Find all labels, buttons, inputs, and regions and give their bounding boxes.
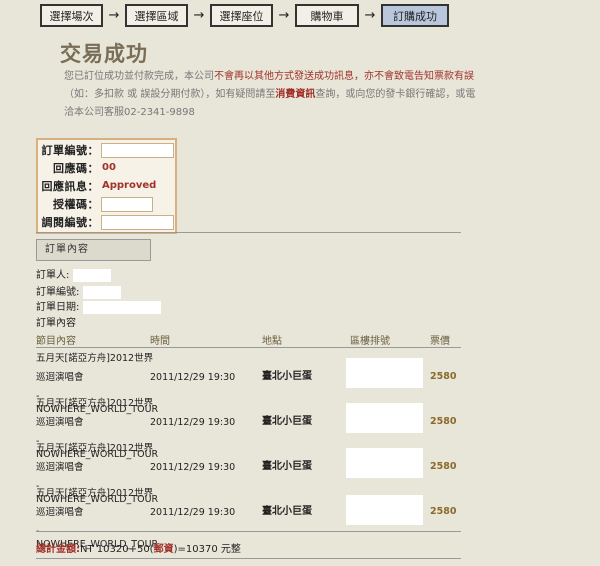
- table-row: 五月天[諾亞方舟]2012世界 巡迴演唱會 -NOWHERE_WORLD_TOU…: [36, 487, 476, 550]
- col-price: 票價: [430, 336, 450, 347]
- transaction-result-box: 訂單編號： 回應碼： 00 回應訊息： Approved 授權碼： 調閱編號：: [36, 138, 177, 234]
- divider: [36, 347, 461, 348]
- time-cell: 2011/12/29 19:30: [150, 417, 236, 428]
- response-code-label: 回應碼：: [53, 162, 99, 175]
- seat-cell: [346, 358, 423, 388]
- col-seat: 區樓排號: [350, 336, 390, 347]
- seat-cell: [346, 448, 423, 478]
- col-venue: 地點: [262, 336, 282, 347]
- program-name: 五月天[諾亞方舟]2012世界: [36, 398, 154, 409]
- divider: [36, 558, 461, 559]
- auth-code-row: 授權碼：: [39, 195, 174, 213]
- program-name: 巡迴演唱會: [36, 507, 84, 518]
- table-row: 五月天[諾亞方舟]2012世界 巡迴演唱會 -NOWHERE_WORLD_TOU…: [36, 352, 476, 415]
- order-date-label: 訂單日期:: [36, 302, 80, 313]
- total-part-2: )=10370 元整: [173, 544, 241, 555]
- order-number-info-row: 訂單編號:: [36, 283, 121, 299]
- order-content-section-title: 訂單內容: [36, 239, 151, 261]
- reference-number-label: 調閱編號：: [41, 216, 99, 229]
- order-date-row: 訂單日期:: [36, 298, 161, 314]
- col-program: 節目內容: [36, 336, 76, 347]
- arrow-icon: →: [278, 8, 290, 23]
- time-cell: 2011/12/29 19:30: [150, 372, 236, 383]
- program-name: 巡迴演唱會: [36, 462, 84, 473]
- seat-cell: [346, 403, 423, 433]
- response-message-value: Approved: [102, 179, 157, 191]
- reference-number-row: 調閱編號：: [39, 213, 174, 231]
- order-number-info-value: [82, 285, 121, 299]
- consumer-info-link[interactable]: 消費資訊: [275, 89, 315, 100]
- program-name: 五月天[諾亞方舟]2012世界: [36, 353, 154, 364]
- seat-cell: [346, 495, 423, 525]
- price-cell: 2580: [430, 371, 457, 382]
- table-row: 五月天[諾亞方舟]2012世界 巡迴演唱會 -NOWHERE_WORLD_TOU…: [36, 397, 476, 460]
- step-select-seat: 選擇座位: [210, 4, 273, 27]
- orderer-value: [72, 268, 111, 282]
- page-title: 交易成功: [60, 42, 148, 66]
- table-row: 五月天[諾亞方舟]2012世界 巡迴演唱會 -NOWHERE_WORLD_TOU…: [36, 442, 476, 505]
- program-name: 巡迴演唱會: [36, 417, 84, 428]
- step-order-success: 訂購成功: [381, 4, 449, 27]
- divider: [36, 232, 461, 233]
- orderer-row: 訂單人:: [36, 266, 111, 282]
- message-warning: 不會再以其他方式發送成功訊息，亦不會致電告知票款有誤: [214, 71, 474, 82]
- auth-code-value: [101, 196, 153, 212]
- order-number-value: [101, 142, 174, 158]
- step-select-session: 選擇場次: [40, 4, 103, 27]
- reference-number-value: [101, 214, 174, 230]
- response-message-row: 回應訊息： Approved: [39, 177, 174, 195]
- success-message: 您已訂位成功並付款完成，本公司不會再以其他方式發送成功訊息，亦不會致電告知票款有…: [64, 68, 484, 122]
- total-amount: 總計金額:NT 10320+50(郵資)=10370 元整: [36, 540, 241, 555]
- order-number-info-label: 訂單編號:: [36, 287, 80, 298]
- arrow-icon: →: [193, 8, 205, 23]
- order-number-row: 訂單編號：: [39, 141, 174, 159]
- arrow-icon: →: [108, 8, 120, 23]
- program-name: 巡迴演唱會: [36, 372, 84, 383]
- price-cell: 2580: [430, 506, 457, 517]
- response-code-row: 回應碼： 00: [39, 159, 174, 177]
- venue-cell: 臺北小巨蛋: [262, 506, 312, 517]
- step-select-area: 選擇區域: [125, 4, 188, 27]
- response-code-value: 00: [102, 161, 116, 173]
- step-indicator: 選擇場次 → 選擇區域 → 選擇座位 → 購物車 → 訂購成功: [40, 4, 449, 27]
- step-cart: 購物車: [295, 4, 359, 27]
- total-label: 總計金額:: [36, 544, 80, 555]
- time-cell: 2011/12/29 19:30: [150, 462, 236, 473]
- response-message-label: 回應訊息：: [41, 180, 99, 193]
- postage-label: 郵資: [153, 544, 174, 555]
- divider: [36, 531, 461, 532]
- order-table-header: 節目內容 時間 地點 區樓排號 票價: [36, 332, 476, 347]
- arrow-icon: →: [364, 8, 376, 23]
- time-cell: 2011/12/29 19:30: [150, 507, 236, 518]
- orderer-label: 訂單人:: [36, 270, 70, 281]
- price-cell: 2580: [430, 461, 457, 472]
- order-date-value: [82, 300, 161, 314]
- col-time: 時間: [150, 336, 170, 347]
- message-part-1: 您已訂位成功並付款完成，本公司: [64, 71, 214, 82]
- auth-code-label: 授權碼：: [53, 198, 99, 211]
- program-name: 五月天[諾亞方舟]2012世界: [36, 443, 154, 454]
- venue-cell: 臺北小巨蛋: [262, 461, 312, 472]
- program-name: 五月天[諾亞方舟]2012世界: [36, 488, 154, 499]
- price-cell: 2580: [430, 416, 457, 427]
- order-content-label: 訂單內容: [36, 318, 76, 329]
- venue-cell: 臺北小巨蛋: [262, 416, 312, 427]
- venue-cell: 臺北小巨蛋: [262, 371, 312, 382]
- order-number-label: 訂單編號：: [41, 144, 99, 157]
- total-part-1: NT 10320+50(: [80, 544, 154, 555]
- message-part-3: （如：多扣款 或 誤設分期付款），如有疑問請至: [64, 89, 276, 100]
